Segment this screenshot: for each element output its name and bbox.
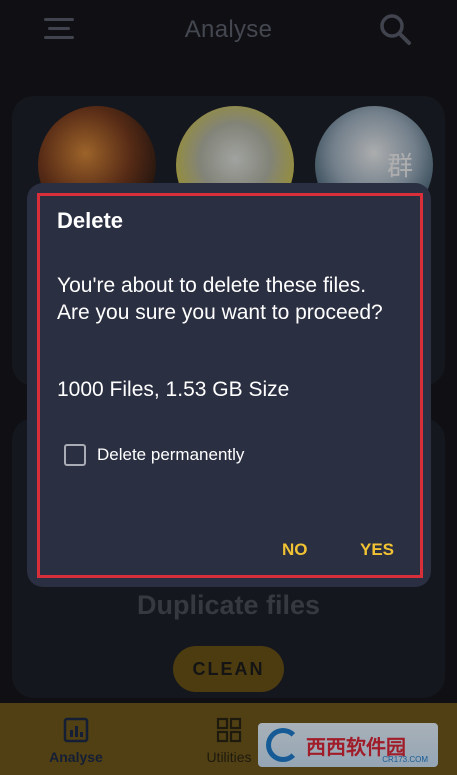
dialog-file-summary: 1000 Files, 1.53 GB Size [57, 378, 290, 401]
dialog-title: Delete [57, 208, 124, 233]
yes-button[interactable]: YES [360, 540, 394, 560]
delete-permanently-option[interactable]: Delete permanently [64, 444, 244, 466]
no-button[interactable]: NO [282, 540, 308, 560]
delete-permanently-checkbox[interactable] [64, 444, 86, 466]
checkbox-label: Delete permanently [97, 445, 245, 464]
dialog-message: You're about to delete these files. Are … [57, 274, 383, 324]
